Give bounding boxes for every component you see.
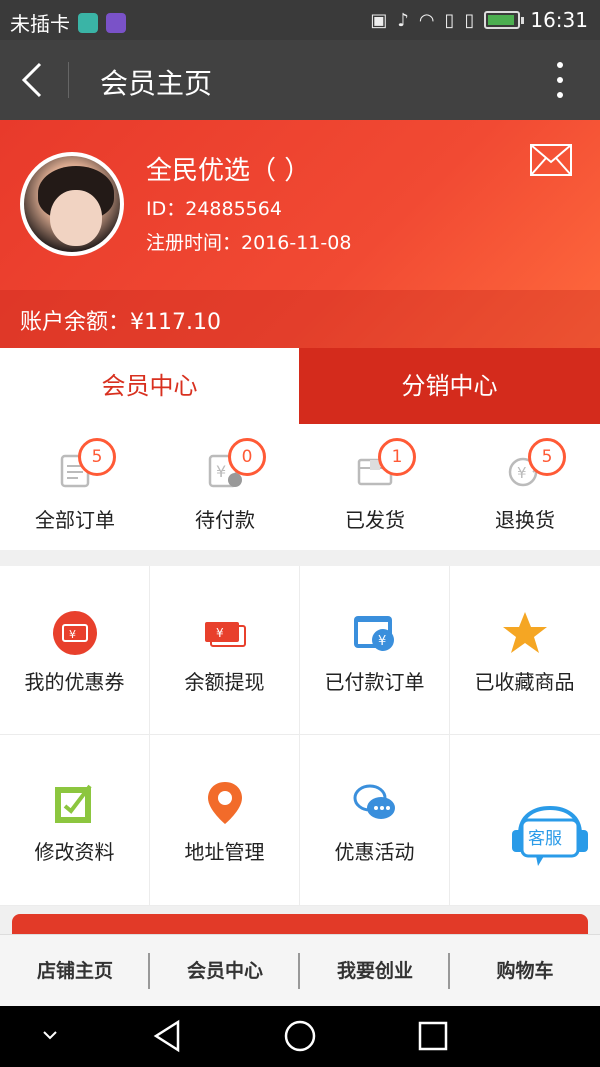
grid-item-paid-orders[interactable]: ¥ 已付款订单 (300, 566, 449, 732)
wifi-icon: ◠ (418, 9, 435, 31)
order-label: 退换货 (495, 508, 555, 532)
nav-cart[interactable]: 购物车 (450, 935, 600, 1007)
back-button[interactable] (10, 56, 60, 104)
grid-item-label: 已收藏商品 (474, 670, 575, 694)
grid-divider (0, 734, 600, 735)
system-nav-bar (0, 1006, 600, 1067)
tab-distribution-center[interactable]: 分销中心 (299, 348, 600, 424)
svg-text:¥: ¥ (517, 464, 527, 482)
order-count-badge: 0 (228, 438, 266, 476)
order-shipped[interactable]: 1 已发货 (300, 424, 450, 550)
more-dot-icon (557, 77, 563, 83)
nav-member-center[interactable]: 会员中心 (150, 935, 300, 1007)
location-icon (208, 782, 242, 824)
nfc-icon: ▣ (370, 9, 388, 31)
order-count-badge: 5 (528, 438, 566, 476)
customer-service-button[interactable]: 客服 (510, 804, 590, 870)
center-tabs: 会员中心 分销中心 (0, 348, 600, 424)
svg-text:¥: ¥ (69, 628, 76, 641)
more-dot-icon (557, 62, 563, 68)
more-dot-icon (557, 92, 563, 98)
profile-header: 全民优选（ ） ID：24885564 注册时间：2016-11-08 账户余额… (0, 120, 600, 348)
nav-start-business[interactable]: 我要创业 (300, 935, 450, 1007)
nav-shop-home[interactable]: 店铺主页 (0, 935, 150, 1007)
order-label: 待付款 (195, 508, 255, 532)
grid-item-label: 地址管理 (184, 840, 265, 864)
order-count-badge: 5 (78, 438, 116, 476)
more-menu-button[interactable] (550, 62, 570, 98)
back-triangle-icon[interactable] (148, 1018, 188, 1054)
battery-charging-icon (484, 11, 525, 29)
grid-item-label: 优惠活动 (334, 840, 415, 864)
svg-text:¥: ¥ (216, 462, 226, 481)
order-all[interactable]: 5 全部订单 (0, 424, 150, 550)
balance-bar: 账户余额：¥117.10 (0, 290, 600, 348)
register-time: 注册时间：2016-11-08 (146, 232, 352, 254)
app-bar: 会员主页 (0, 40, 600, 120)
chat-icon (353, 784, 395, 819)
grid-item-label: 我的优惠券 (24, 670, 125, 694)
carrier-text: 未插卡 (10, 12, 70, 36)
customer-service-label: 客服 (528, 829, 562, 849)
home-circle-icon[interactable] (280, 1018, 320, 1054)
order-label: 全部订单 (35, 508, 115, 532)
message-button[interactable] (530, 144, 572, 176)
paid-orders-icon: ¥ (354, 616, 394, 651)
grid-item-label: 已付款订单 (324, 670, 425, 694)
grid-item-edit-profile[interactable]: 修改资料 (0, 736, 149, 902)
sim2-icon: ▯ (464, 9, 475, 31)
keyboard-icon (106, 12, 126, 33)
status-bar: 未插卡 ▣ ♪ ◠ ▯ ▯ 16:31 (0, 0, 600, 40)
coupon-icon: ¥ (53, 611, 97, 655)
notification-app-icon (78, 12, 98, 33)
svg-text:¥: ¥ (378, 634, 386, 649)
grid-divider (0, 905, 600, 906)
edit-icon (55, 784, 92, 823)
function-grid: ¥ 我的优惠券 ¥ 余额提现 ¥ 已付款订单 已收藏商品 修改资料 地址管理 优… (0, 566, 600, 906)
chevron-down-icon[interactable] (30, 1018, 70, 1054)
withdraw-icon: ¥ (205, 622, 246, 647)
status-left: 未插卡 (10, 8, 126, 37)
order-pending-payment[interactable]: ¥ 0 待付款 (150, 424, 300, 550)
app-bar-divider (68, 62, 69, 98)
account-balance: 账户余额：¥117.10 (20, 310, 221, 335)
status-right: ▣ ♪ ◠ ▯ ▯ 16:31 (370, 8, 588, 32)
bottom-nav: 店铺主页 会员中心 我要创业 购物车 (0, 934, 600, 1006)
grid-item-promotions[interactable]: 优惠活动 (300, 736, 449, 902)
grid-item-address[interactable]: 地址管理 (150, 736, 299, 902)
grid-item-withdraw[interactable]: ¥ 余额提现 (150, 566, 299, 732)
tab-member-center[interactable]: 会员中心 (0, 348, 299, 424)
chevron-left-icon (21, 62, 42, 98)
star-icon (503, 612, 547, 653)
mute-icon: ♪ (397, 9, 409, 31)
avatar[interactable] (20, 152, 124, 256)
clock-time: 16:31 (530, 8, 588, 32)
grid-item-favorites[interactable]: 已收藏商品 (450, 566, 599, 732)
order-count-badge: 1 (378, 438, 416, 476)
member-name: 全民优选（ ） (146, 156, 311, 186)
order-status-row: 5 全部订单 ¥ 0 待付款 1 已发货 ¥ 5 退换货 (0, 424, 600, 550)
grid-item-label: 余额提现 (184, 670, 265, 694)
order-label: 已发货 (345, 508, 405, 532)
page-title: 会员主页 (100, 67, 213, 100)
mail-icon (530, 144, 572, 176)
grid-item-coupons[interactable]: ¥ 我的优惠券 (0, 566, 149, 732)
recent-apps-icon[interactable] (412, 1018, 452, 1054)
order-return[interactable]: ¥ 5 退换货 (450, 424, 600, 550)
svg-text:¥: ¥ (216, 626, 224, 640)
sim-icon: ▯ (444, 9, 455, 31)
grid-item-label: 修改资料 (34, 840, 115, 864)
member-id: ID：24885564 (146, 198, 282, 220)
